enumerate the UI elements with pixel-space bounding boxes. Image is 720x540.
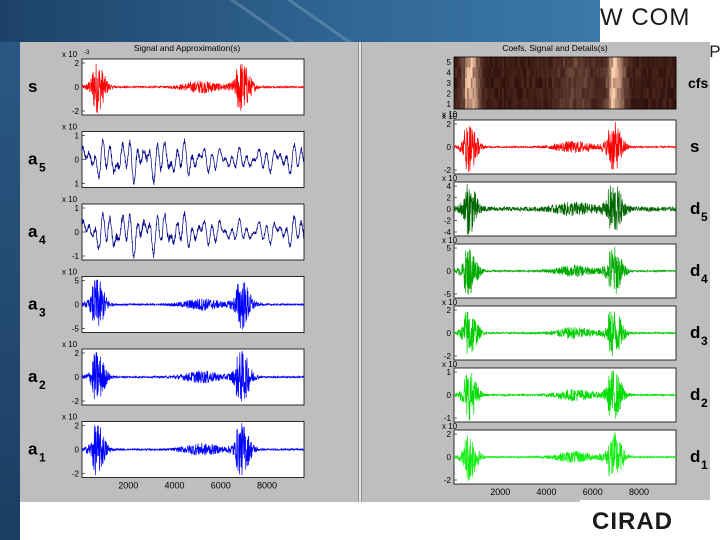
right-axis-xtick-3: 8000 (629, 487, 649, 497)
left-row-0-ytick-1: 0 (75, 83, 80, 92)
cfs-ytick-4: 1 (447, 100, 452, 109)
left-row-5-label-sub: 1 (39, 451, 46, 465)
cfs-ytick-1: 4 (447, 69, 452, 78)
right-row-2-ytick-0: 5 (447, 244, 452, 253)
right-row-1-label-sub: 5 (701, 210, 708, 224)
left-row-4-label: a (28, 367, 38, 386)
left-axis-xtick-1: 4000 (164, 481, 184, 491)
left-row-2-exponent: x 10 (62, 195, 78, 204)
left-row-1-ytick-1: 0 (75, 156, 80, 165)
right-row-5-ytick-0: 2 (447, 430, 452, 439)
right-row-2-label-sub: 4 (701, 272, 708, 286)
right-row-3-label-sub: 3 (701, 334, 708, 348)
left-row-4-label-sub: 2 (39, 378, 46, 392)
right-row-4-label-sub: 2 (701, 396, 708, 410)
right-panel-title: Coefs, Signal and Details(s) (502, 43, 608, 53)
left-row-3-ytick-2: -5 (72, 325, 80, 334)
left-row-1-label-sub: 5 (39, 161, 46, 175)
left-row-2-ytick-2: -1 (72, 252, 80, 261)
right-axis-xtick-1: 4000 (536, 487, 556, 497)
right-row-4-ytick-1: 0 (447, 391, 452, 400)
left-row-5-ytick-2: -2 (72, 470, 80, 479)
right-row-3-ytick-1: 0 (447, 329, 452, 338)
left-row-5-ytick-0: 2 (75, 422, 80, 431)
left-row-2-label-sub: 4 (39, 233, 46, 247)
right-row-2-ytick-1: 0 (447, 267, 452, 276)
right-row-0-ytick-1: 0 (447, 143, 452, 152)
left-row-4-exponent: x 10 (62, 340, 78, 349)
left-axis-xtick-3: 8000 (257, 481, 277, 491)
left-row-3-exponent: x 10 (62, 268, 78, 277)
wicom-logo-text: W COM (600, 4, 691, 31)
left-panel: Signal and Approximation(s) x 10 -3 2 0 -2 s x … (28, 43, 305, 491)
cirad-logo-text: CIRAD (592, 508, 673, 535)
cfs-ytick-0: 5 (447, 58, 452, 67)
left-row-0-label: s (28, 77, 37, 96)
right-row-0-label: s (690, 137, 699, 156)
left-row-4-ytick-0: 2 (75, 349, 80, 358)
right-row-2-label: d (690, 261, 700, 280)
cfs-ytick-3: 2 (447, 89, 452, 98)
left-axis-xtick-0: 2000 (118, 481, 138, 491)
right-row-1-ytick-0: 4 (447, 182, 452, 191)
left-row-1-label: a (28, 150, 38, 169)
right-row-5-label-sub: 1 (701, 458, 708, 472)
right-row-5-ytick-2: -2 (444, 476, 452, 485)
left-row-3-ytick-0: 5 (75, 277, 80, 286)
cfs-label: cfs (688, 75, 708, 91)
left-row-5-label: a (28, 440, 38, 459)
cfs-heatmap (454, 57, 677, 110)
left-panel-title: Signal and Approximation(s) (134, 43, 240, 53)
right-axis-xtick-0: 2000 (490, 487, 510, 497)
cfs-ytick-2: 3 (447, 79, 452, 88)
left-row-3-label: a (28, 295, 38, 314)
right-row-1-label: d (690, 199, 700, 218)
right-row-0-ytick-0: 2 (447, 120, 452, 129)
right-row-1-ytick-1: 2 (447, 194, 452, 203)
left-row-0-ytick-0: 2 (75, 59, 80, 68)
right-row-3-label: d (690, 323, 700, 342)
right-row-4-label: d (690, 385, 700, 404)
left-row-1-exponent: x 10 (62, 123, 78, 132)
right-row-4-ytick-0: 1 (447, 368, 452, 377)
left-row-2-label: a (28, 222, 38, 241)
left-row-4-ytick-2: -2 (72, 397, 80, 406)
wavelet-figure: Signal and Approximation(s) x 10 -3 2 0 -2 s x … (20, 42, 710, 502)
right-row-5-ytick-1: 0 (447, 453, 452, 462)
left-row-3-ytick-1: 0 (75, 301, 80, 310)
left-row-1-ytick-2: 1 (75, 180, 80, 189)
left-row-3-label-sub: 3 (39, 306, 46, 320)
left-row-4-ytick-1: 0 (75, 373, 80, 382)
wicom-logo: W COM UP (600, 0, 720, 61)
slide-top-band (0, 0, 600, 42)
left-row-2-ytick-1: 0 (75, 228, 80, 237)
left-row-5-exponent: x 10 (62, 413, 78, 422)
right-panel: Coefs, Signal and Details(s)54321cfsx 10… (442, 43, 708, 497)
left-row-0-ytick-2: -2 (72, 107, 80, 116)
left-axis-xtick-2: 6000 (211, 481, 231, 491)
left-row-0-exponent-power: -3 (84, 50, 90, 56)
cirad-logo: CIRAD (580, 500, 720, 540)
left-row-0-exponent: x 10 (62, 50, 78, 59)
left-row-5-ytick-1: 0 (75, 446, 80, 455)
right-row-1-ytick-2: 0 (447, 205, 452, 214)
left-row-1-ytick-0: 1 (75, 132, 80, 141)
left-row-2-ytick-0: 1 (75, 204, 80, 213)
right-axis-xtick-2: 6000 (583, 487, 603, 497)
slide-left-band (0, 0, 20, 540)
right-row-3-ytick-0: 2 (447, 306, 452, 315)
left-row-2-axes (81, 203, 305, 261)
right-row-5-label: d (690, 447, 700, 466)
right-row-1-ytick-3: -2 (444, 217, 452, 226)
